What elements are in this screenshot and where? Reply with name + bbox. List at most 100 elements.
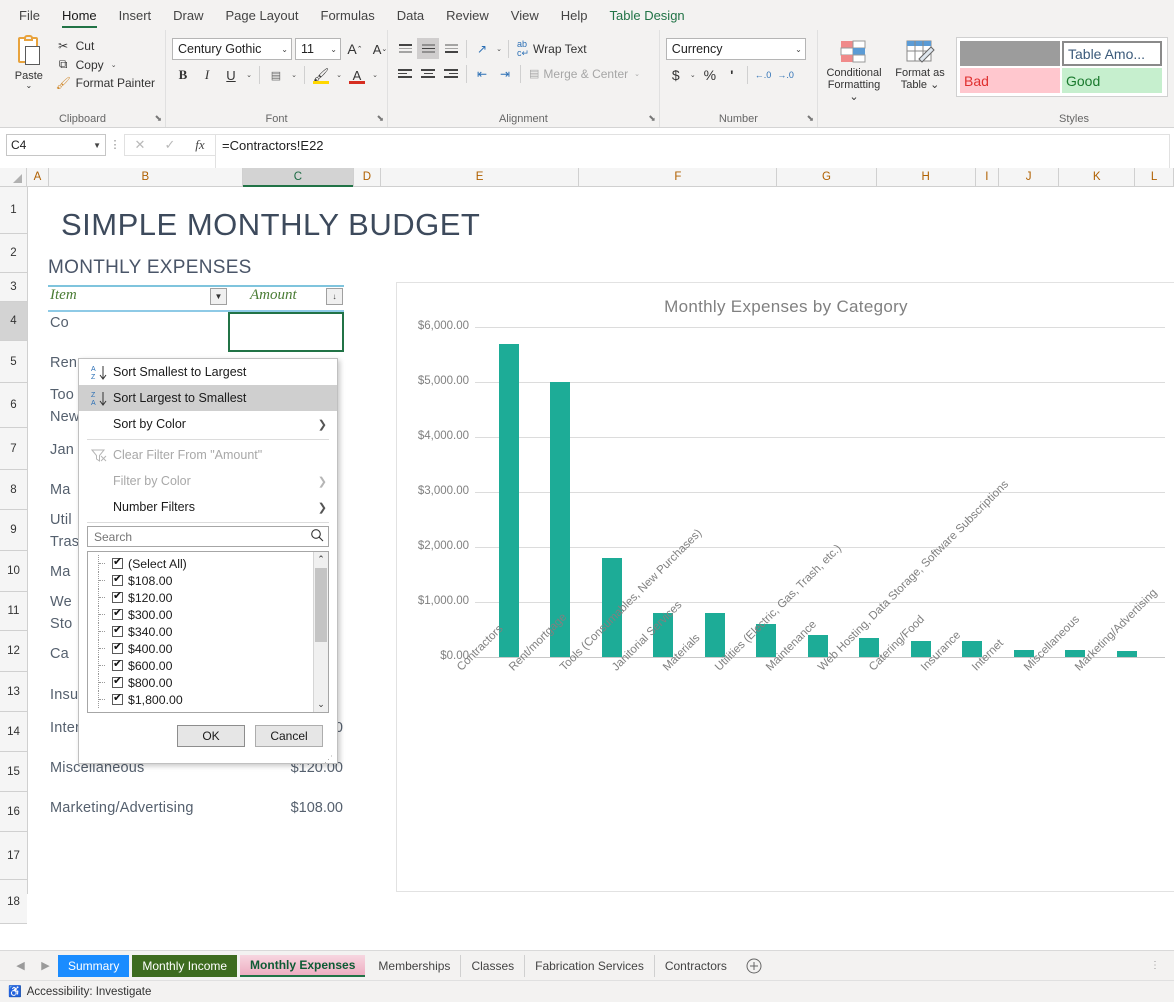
scroll-up-icon[interactable]: ⌃ bbox=[314, 552, 328, 567]
percent-style-button[interactable]: % bbox=[700, 64, 720, 86]
chevron-down-icon[interactable]: ⌄ bbox=[244, 71, 254, 79]
cell-item-13[interactable]: Marketing/Advertising bbox=[50, 800, 194, 816]
number-dialog-launcher[interactable]: ⬊ bbox=[806, 113, 814, 124]
accounting-format-button[interactable]: $ bbox=[666, 64, 686, 86]
number-format-combobox[interactable]: Currency ⌄ bbox=[665, 38, 806, 60]
column-header-h[interactable]: H bbox=[876, 168, 976, 186]
bar-marketing-advertising[interactable] bbox=[1117, 651, 1137, 657]
cancel-button[interactable]: Cancel bbox=[255, 725, 323, 747]
font-dialog-launcher[interactable]: ⬊ bbox=[376, 113, 384, 124]
menu-sort-by-color[interactable]: Sort by Color ❯ bbox=[79, 411, 337, 437]
filter-value-list[interactable]: (Select All) $108.00 $120.00 $300.00 $34… bbox=[87, 551, 329, 713]
decrease-indent-button[interactable]: ⇤ bbox=[471, 63, 493, 84]
ribbon-tab-review[interactable]: Review bbox=[435, 0, 500, 30]
menu-sort-largest-to-smallest[interactable]: Z A Sort Largest to Smallest bbox=[79, 385, 337, 411]
row-header-13[interactable]: 13 bbox=[0, 672, 27, 712]
checkbox-340[interactable] bbox=[112, 623, 123, 637]
row-header-15[interactable]: 15 bbox=[0, 752, 27, 792]
chevron-down-icon[interactable]: ⌄ bbox=[632, 70, 642, 78]
sheet-tab-summary[interactable]: Summary bbox=[58, 954, 130, 977]
cell-item-9[interactable]: Ca bbox=[50, 646, 69, 662]
cell-item-8b[interactable]: Sto bbox=[50, 616, 72, 632]
sheet-tab-classes[interactable]: Classes bbox=[461, 954, 526, 977]
column-header-f[interactable]: F bbox=[579, 168, 778, 186]
row-header-11[interactable]: 11 bbox=[0, 592, 27, 631]
tab-overflow-handle[interactable]: ⋮ bbox=[1142, 961, 1168, 971]
format-as-table-button[interactable]: Format as Table ⌄ bbox=[890, 37, 950, 91]
column-header-j[interactable]: J bbox=[999, 168, 1060, 186]
scrollbar-thumb[interactable] bbox=[315, 568, 327, 642]
sheet-tab-monthly-expenses[interactable]: Monthly Expenses bbox=[240, 954, 366, 977]
comma-style-button[interactable]: ' bbox=[722, 64, 742, 86]
cell-item-2[interactable]: Ren bbox=[50, 355, 77, 371]
row-header-17[interactable]: 17 bbox=[0, 832, 27, 880]
chevron-down-icon[interactable]: ⌄ bbox=[930, 79, 939, 91]
row-header-7[interactable]: 7 bbox=[0, 428, 27, 470]
checkbox-120[interactable] bbox=[112, 589, 123, 603]
resize-grip-icon[interactable] bbox=[79, 753, 337, 765]
row-header-9[interactable]: 9 bbox=[0, 510, 27, 551]
accessibility-status[interactable]: Accessibility: Investigate bbox=[27, 986, 152, 998]
select-all-corner[interactable] bbox=[0, 168, 28, 186]
scroll-down-icon[interactable]: ⌄ bbox=[314, 697, 328, 712]
merge-and-center-button[interactable]: ▤ Merge & Center ⌄ bbox=[525, 67, 646, 81]
cell-item-6b[interactable]: Tras bbox=[50, 534, 79, 550]
column-header-g[interactable]: G bbox=[777, 168, 877, 186]
column-header-b[interactable]: B bbox=[48, 168, 243, 186]
confirm-entry-icon[interactable]: ✓ bbox=[155, 135, 185, 155]
cell-item-3a[interactable]: Too bbox=[50, 387, 74, 403]
cell-item-7[interactable]: Ma bbox=[50, 564, 71, 580]
cell-item-4[interactable]: Jan bbox=[50, 442, 74, 458]
chart-monthly-expenses[interactable]: Monthly Expenses by Category $6,000.00 $… bbox=[396, 282, 1174, 892]
checkbox-1800[interactable] bbox=[112, 691, 123, 705]
column-header-i[interactable]: I bbox=[975, 168, 1000, 186]
increase-indent-button[interactable]: ⇥ bbox=[494, 63, 516, 84]
bar-contractors[interactable] bbox=[499, 343, 519, 657]
ribbon-tab-help[interactable]: Help bbox=[550, 0, 599, 30]
cell-item-5[interactable]: Ma bbox=[50, 482, 71, 498]
column-header-l[interactable]: L bbox=[1135, 168, 1174, 186]
search-icon[interactable] bbox=[310, 528, 324, 545]
chevron-down-icon[interactable]: ⌄ bbox=[109, 61, 119, 69]
filter-button-amount[interactable]: ↓ bbox=[326, 288, 343, 305]
cell-item-10[interactable]: Insu bbox=[50, 687, 78, 703]
row-header-16[interactable]: 16 bbox=[0, 792, 27, 832]
insert-function-icon[interactable]: fx bbox=[185, 135, 215, 155]
bar-maintenance[interactable] bbox=[808, 635, 828, 657]
cell-item-3b[interactable]: New bbox=[50, 409, 80, 425]
selected-cell-c4[interactable] bbox=[228, 312, 344, 352]
ok-button[interactable]: OK bbox=[177, 725, 245, 747]
sheet-nav-arrows[interactable]: ◀ ▶ bbox=[0, 959, 58, 972]
orientation-button[interactable]: ↗ bbox=[471, 38, 493, 59]
cut-button[interactable]: ✂ Cut bbox=[52, 38, 159, 54]
font-name-combobox[interactable]: Century Gothic ⌄ bbox=[172, 38, 292, 60]
conditional-formatting-button[interactable]: Conditional Formatting ⌄ bbox=[824, 37, 884, 103]
ribbon-tab-table-design[interactable]: Table Design bbox=[599, 0, 696, 30]
ribbon-tab-draw[interactable]: Draw bbox=[162, 0, 214, 30]
decrease-decimal-button[interactable]: →.0 bbox=[775, 64, 796, 86]
ribbon-tab-view[interactable]: View bbox=[500, 0, 550, 30]
row-header-2[interactable]: 2 bbox=[0, 234, 27, 273]
checkbox-select-all[interactable] bbox=[112, 555, 123, 569]
chevron-down-icon[interactable]: ⌄ bbox=[849, 91, 858, 103]
increase-decimal-button[interactable]: ←.0 bbox=[753, 64, 774, 86]
checkbox-800[interactable] bbox=[112, 674, 123, 688]
format-painter-button[interactable]: 🖌 Format Painter bbox=[52, 75, 159, 91]
column-header-k[interactable]: K bbox=[1059, 168, 1136, 186]
search-input[interactable] bbox=[92, 528, 310, 545]
column-header-a[interactable]: A bbox=[27, 168, 49, 186]
chevron-down-icon[interactable]: ⌄ bbox=[25, 82, 32, 90]
filter-list-scrollbar[interactable]: ⌃ ⌄ bbox=[313, 552, 328, 712]
row-header-8[interactable]: 8 bbox=[0, 470, 27, 510]
filter-button-item[interactable]: ▼ bbox=[210, 288, 227, 305]
sheet-tab-monthly-income[interactable]: Monthly Income bbox=[132, 954, 238, 977]
ribbon-tab-insert[interactable]: Insert bbox=[108, 0, 163, 30]
alignment-dialog-launcher[interactable]: ⬊ bbox=[648, 113, 656, 124]
ribbon-tab-page-layout[interactable]: Page Layout bbox=[215, 0, 310, 30]
chevron-down-icon[interactable]: ⌄ bbox=[688, 71, 698, 79]
row-header-10[interactable]: 10 bbox=[0, 551, 27, 592]
align-left-button[interactable] bbox=[394, 63, 416, 84]
column-header-c[interactable]: C bbox=[242, 168, 354, 187]
paste-button[interactable]: Paste ⌄ bbox=[6, 35, 52, 90]
chevron-down-icon[interactable]: ⌄ bbox=[370, 71, 380, 79]
